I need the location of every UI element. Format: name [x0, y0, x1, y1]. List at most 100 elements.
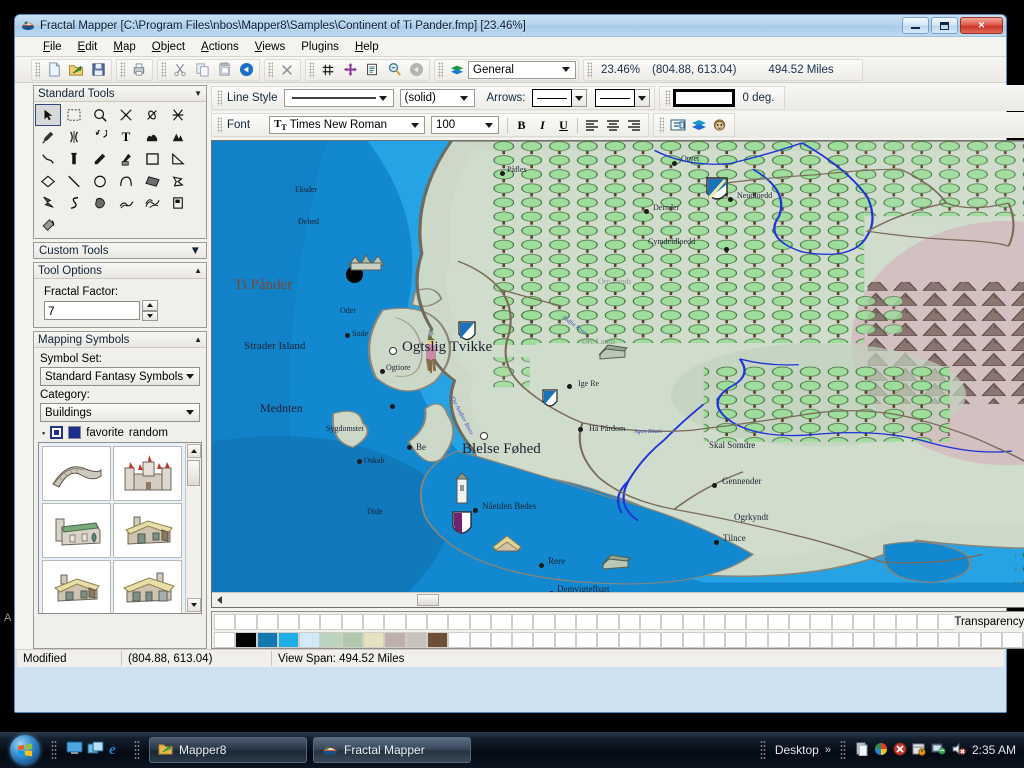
mirror-tool[interactable]: [61, 126, 87, 148]
palette-swatch[interactable]: [576, 614, 598, 630]
palette-swatch[interactable]: [533, 614, 555, 630]
palette-swatch[interactable]: [618, 632, 640, 648]
parallelogram-tool[interactable]: [139, 170, 165, 192]
blob-tool[interactable]: [87, 192, 113, 214]
menu-object[interactable]: Object: [144, 39, 193, 55]
menu-plugins[interactable]: Plugins: [293, 39, 347, 55]
scroll-left-button[interactable]: [213, 594, 226, 607]
palette-swatch[interactable]: [810, 614, 832, 630]
toolbar-grip[interactable]: [664, 90, 670, 106]
favorite-label[interactable]: favorite: [86, 427, 124, 439]
stepper-down-button[interactable]: [142, 310, 158, 321]
open-folder-icon[interactable]: [65, 60, 87, 80]
taskbar-grip[interactable]: [134, 740, 140, 760]
thatch-cottage-symbol[interactable]: [113, 503, 182, 558]
fill-color-swatch[interactable]: [68, 426, 82, 439]
palette-swatch[interactable]: [341, 632, 364, 648]
menu-map[interactable]: Map: [105, 39, 143, 55]
palette-swatch[interactable]: [490, 632, 513, 648]
text-tool[interactable]: T: [113, 126, 139, 148]
line-pattern-select[interactable]: [283, 89, 394, 107]
longhouse-symbol[interactable]: [597, 341, 629, 361]
toolbar-grip[interactable]: [217, 117, 222, 133]
notes-icon[interactable]: [361, 60, 383, 80]
print-icon[interactable]: [128, 60, 150, 80]
palette-swatch[interactable]: [426, 614, 449, 630]
town-marker[interactable]: [357, 459, 362, 464]
palette-swatch[interactable]: [661, 614, 683, 630]
measure-tool[interactable]: [165, 104, 191, 126]
palette-swatch[interactable]: [554, 632, 577, 648]
palette-swatch[interactable]: [852, 614, 875, 630]
town-marker[interactable]: [500, 171, 505, 176]
volume-muted-tray-icon[interactable]: [951, 742, 966, 759]
pencil-tool[interactable]: [87, 148, 113, 170]
town-marker[interactable]: [724, 247, 729, 252]
palette-swatch[interactable]: [831, 632, 853, 648]
heraldic-shield-blue[interactable]: [706, 177, 728, 205]
palette-swatch[interactable]: [682, 614, 704, 630]
select-arrow-tool[interactable]: [35, 104, 61, 126]
overflow-chevron-icon[interactable]: »: [825, 744, 831, 756]
town-marker[interactable]: [728, 197, 733, 202]
lightning-tool[interactable]: [35, 192, 61, 214]
paste-clipboard-icon[interactable]: [213, 60, 235, 80]
small-house-symbol[interactable]: [42, 560, 111, 613]
palette-swatch[interactable]: [277, 632, 300, 648]
cottage-symbol[interactable]: [492, 531, 522, 553]
menu-help[interactable]: Help: [347, 39, 387, 55]
palette-swatch[interactable]: [341, 614, 364, 630]
palette-swatch[interactable]: [789, 632, 811, 648]
toolbar-grip[interactable]: [217, 90, 222, 106]
flag-tool[interactable]: [165, 192, 191, 214]
random-label[interactable]: random: [129, 427, 168, 439]
tray-grip[interactable]: [759, 740, 766, 760]
stepper-up-button[interactable]: [142, 300, 158, 311]
palette-swatch[interactable]: [363, 614, 385, 630]
taskbar-clock[interactable]: 2:35 AM: [972, 743, 1016, 757]
scroll-down-button[interactable]: [186, 598, 201, 612]
palette-swatch[interactable]: [874, 632, 896, 648]
palette-swatch[interactable]: [235, 614, 257, 630]
fractal-pen-tool[interactable]: [113, 148, 139, 170]
town-marker[interactable]: [712, 483, 717, 488]
marquee-select-tool[interactable]: [61, 104, 87, 126]
outline-color-swatch[interactable]: [50, 426, 64, 439]
palette-swatch[interactable]: [384, 632, 406, 648]
node-edit-tool[interactable]: [139, 104, 165, 126]
menu-actions[interactable]: Actions: [193, 39, 247, 55]
menu-views[interactable]: Views: [247, 39, 293, 55]
palette-swatch[interactable]: [214, 614, 236, 630]
monkey-icon[interactable]: [709, 115, 730, 135]
palette-swatch[interactable]: [852, 632, 875, 648]
palette-swatch[interactable]: [320, 632, 342, 648]
layers-stack-icon[interactable]: [688, 115, 709, 135]
city-marker[interactable]: [480, 432, 488, 440]
toolbar-grip[interactable]: [35, 61, 40, 78]
palette-swatch[interactable]: [874, 614, 896, 630]
taskbar-fractal-mapper[interactable]: Fractal Mapper: [313, 737, 471, 763]
symbol-tool[interactable]: [139, 126, 165, 148]
palette-swatch[interactable]: [1001, 632, 1024, 648]
palette-swatch[interactable]: [639, 614, 662, 630]
font-family-select[interactable]: TT Times New Roman: [269, 116, 425, 134]
italic-button[interactable]: I: [532, 115, 553, 135]
rectangle-tool[interactable]: [139, 148, 165, 170]
palette-swatch[interactable]: [746, 632, 768, 648]
mountain-tool[interactable]: [165, 126, 191, 148]
move-arrows-icon[interactable]: [339, 60, 361, 80]
town-marker[interactable]: [567, 384, 572, 389]
marker-tool[interactable]: [61, 148, 87, 170]
palette-swatch[interactable]: [938, 632, 960, 648]
scrollbar-thumb[interactable]: [417, 594, 439, 606]
palette-swatch[interactable]: [490, 614, 513, 630]
palette-swatch[interactable]: [554, 614, 577, 630]
palette-swatch[interactable]: [597, 632, 619, 648]
palette-swatch[interactable]: [512, 614, 534, 630]
align-center-icon[interactable]: [602, 115, 623, 135]
new-icon[interactable]: [43, 60, 65, 80]
back-arrow-icon[interactable]: [405, 60, 427, 80]
palette-swatch[interactable]: [639, 632, 662, 648]
symbol-set-select[interactable]: Standard Fantasy Symbols: [40, 367, 200, 386]
mapping-symbols-header[interactable]: Mapping Symbols ▲: [34, 332, 206, 348]
